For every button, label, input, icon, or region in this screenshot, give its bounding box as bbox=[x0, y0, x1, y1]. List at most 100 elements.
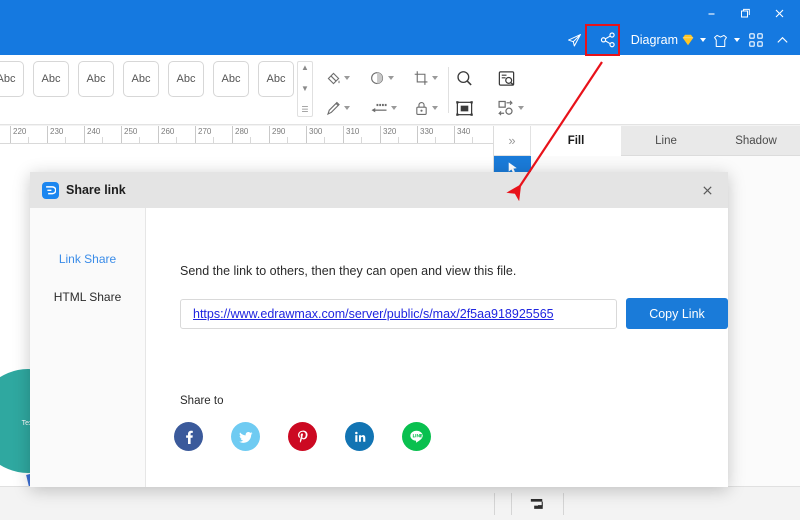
zoom-button[interactable] bbox=[455, 69, 497, 88]
lock-button[interactable] bbox=[413, 100, 457, 117]
dialog-title-bar: Share link bbox=[30, 172, 728, 208]
style-gallery-scrollbar[interactable]: ▲ ▼ ☰ bbox=[297, 61, 313, 117]
chevron-double-right-icon: » bbox=[508, 133, 516, 148]
sidebar-item-link-share[interactable]: Link Share bbox=[30, 240, 145, 278]
gallery-more-icon[interactable]: ☰ bbox=[301, 106, 308, 114]
chevron-down-icon[interactable] bbox=[432, 106, 438, 110]
format-panel-tabs: Fill Line Shadow bbox=[531, 126, 800, 156]
select-all-icon bbox=[456, 100, 473, 116]
chevron-down-icon[interactable] bbox=[391, 106, 397, 110]
ruler-tick: 320 bbox=[380, 126, 396, 143]
dialog-close-button[interactable] bbox=[686, 172, 728, 208]
sidebar-item-html-share[interactable]: HTML Share bbox=[30, 278, 145, 316]
dialog-body: Link Share HTML Share Send the link to o… bbox=[30, 208, 728, 487]
style-preset[interactable]: Abc bbox=[258, 61, 294, 97]
chevron-down-icon[interactable] bbox=[700, 38, 706, 42]
view-tools bbox=[455, 63, 539, 123]
facebook-glyph-icon bbox=[185, 430, 193, 444]
line-share-icon[interactable] bbox=[402, 422, 431, 451]
ruler-tick: 240 bbox=[84, 126, 100, 143]
tab-fill[interactable]: Fill bbox=[531, 126, 621, 156]
select-all-button[interactable] bbox=[455, 99, 497, 118]
status-bar bbox=[0, 486, 800, 520]
facebook-share-icon[interactable] bbox=[174, 422, 203, 451]
ruler-tick: 260 bbox=[158, 126, 174, 143]
tab-fill-label: Fill bbox=[567, 134, 585, 147]
status-divider bbox=[563, 493, 564, 515]
close-button[interactable] bbox=[762, 1, 796, 25]
ruler-tick: 280 bbox=[232, 126, 248, 143]
send-icon[interactable] bbox=[563, 27, 587, 53]
close-icon bbox=[702, 185, 712, 195]
ruler-tick: 340 bbox=[454, 126, 470, 143]
dialog-description: Send the link to others, then they can o… bbox=[180, 264, 517, 278]
crop-button[interactable] bbox=[413, 70, 457, 87]
layers-arrange-button[interactable] bbox=[520, 495, 555, 514]
copy-link-button[interactable]: Copy Link bbox=[626, 298, 728, 329]
line-messenger-icon bbox=[410, 430, 423, 443]
grid-apps-icon bbox=[749, 33, 763, 47]
ruler-tick: 230 bbox=[47, 126, 63, 143]
dialog-main-content: Send the link to others, then they can o… bbox=[146, 208, 728, 487]
tab-line[interactable]: Line bbox=[621, 126, 711, 156]
chevron-down-icon[interactable] bbox=[344, 106, 350, 110]
line-color-button[interactable] bbox=[325, 100, 369, 117]
style-preset[interactable]: Abc bbox=[213, 61, 249, 97]
scroll-down-icon[interactable]: ▼ bbox=[301, 85, 309, 93]
dialog-title: Share link bbox=[66, 183, 126, 197]
chevron-down-icon[interactable] bbox=[734, 38, 740, 42]
share-link-field[interactable]: https://www.edrawmax.com/server/public/s… bbox=[180, 298, 617, 329]
share-link-url[interactable]: https://www.edrawmax.com/server/public/s… bbox=[193, 307, 554, 321]
minimize-button[interactable] bbox=[694, 1, 728, 25]
restore-button[interactable] bbox=[728, 1, 762, 25]
share-icon[interactable] bbox=[596, 27, 620, 53]
pinterest-share-icon[interactable] bbox=[288, 422, 317, 451]
application-window: Text Text » Fill Line Shadow bbox=[0, 0, 800, 520]
close-icon bbox=[775, 9, 783, 17]
line-style-arrow-icon bbox=[371, 103, 387, 112]
shadow-button[interactable] bbox=[369, 70, 413, 87]
scroll-up-icon[interactable]: ▲ bbox=[301, 64, 309, 72]
style-preset[interactable]: Abc bbox=[123, 61, 159, 97]
status-divider bbox=[494, 493, 495, 515]
theme-selector[interactable] bbox=[710, 32, 742, 49]
panel-collapse-button[interactable]: » bbox=[494, 126, 531, 156]
style-preset[interactable]: Abc bbox=[78, 61, 114, 97]
style-preset[interactable]: Abc bbox=[33, 61, 69, 97]
style-preset[interactable]: Abc bbox=[168, 61, 204, 97]
collapse-ribbon-button[interactable] bbox=[770, 27, 794, 53]
edraw-mark-icon bbox=[46, 185, 56, 194]
ruler-tick: 270 bbox=[195, 126, 211, 143]
fill-color-button[interactable] bbox=[325, 70, 369, 87]
replace-shape-button[interactable] bbox=[497, 99, 539, 118]
titlebar-actions: Diagram bbox=[563, 26, 794, 54]
chevron-down-icon[interactable] bbox=[344, 76, 350, 80]
mode-selector[interactable]: Diagram bbox=[629, 33, 708, 47]
find-replace-button[interactable] bbox=[497, 69, 539, 88]
linkedin-share-icon[interactable] bbox=[345, 422, 374, 451]
pinterest-glyph-icon bbox=[297, 429, 308, 443]
chevron-down-icon[interactable] bbox=[432, 76, 438, 80]
chevron-up-icon bbox=[776, 36, 788, 43]
pen-icon bbox=[327, 101, 340, 115]
ruler-tick: 330 bbox=[417, 126, 433, 143]
ruler-tick: 220 bbox=[10, 126, 26, 143]
crop-icon bbox=[414, 70, 428, 85]
edraw-logo-icon bbox=[42, 181, 59, 199]
fill-bucket-icon bbox=[327, 72, 340, 84]
paper-plane-icon bbox=[568, 33, 582, 47]
layers-arrange-icon bbox=[530, 498, 543, 509]
horizontal-ruler: 220 230 240 250 260 270 280 290 300 310 … bbox=[0, 126, 493, 144]
tab-shadow[interactable]: Shadow bbox=[711, 126, 800, 156]
linkedin-glyph-icon bbox=[354, 431, 365, 442]
window-controls bbox=[694, 0, 796, 26]
status-bar-tools bbox=[486, 487, 572, 520]
chevron-down-icon[interactable] bbox=[388, 76, 394, 80]
line-style-button[interactable] bbox=[369, 100, 413, 117]
chevron-down-icon[interactable] bbox=[518, 106, 524, 110]
apps-grid-icon[interactable] bbox=[744, 27, 768, 53]
style-preset[interactable]: Abc bbox=[0, 61, 24, 97]
twitter-share-icon[interactable] bbox=[231, 422, 260, 451]
minimize-icon bbox=[708, 12, 714, 15]
ruler-tick: 300 bbox=[306, 126, 322, 143]
